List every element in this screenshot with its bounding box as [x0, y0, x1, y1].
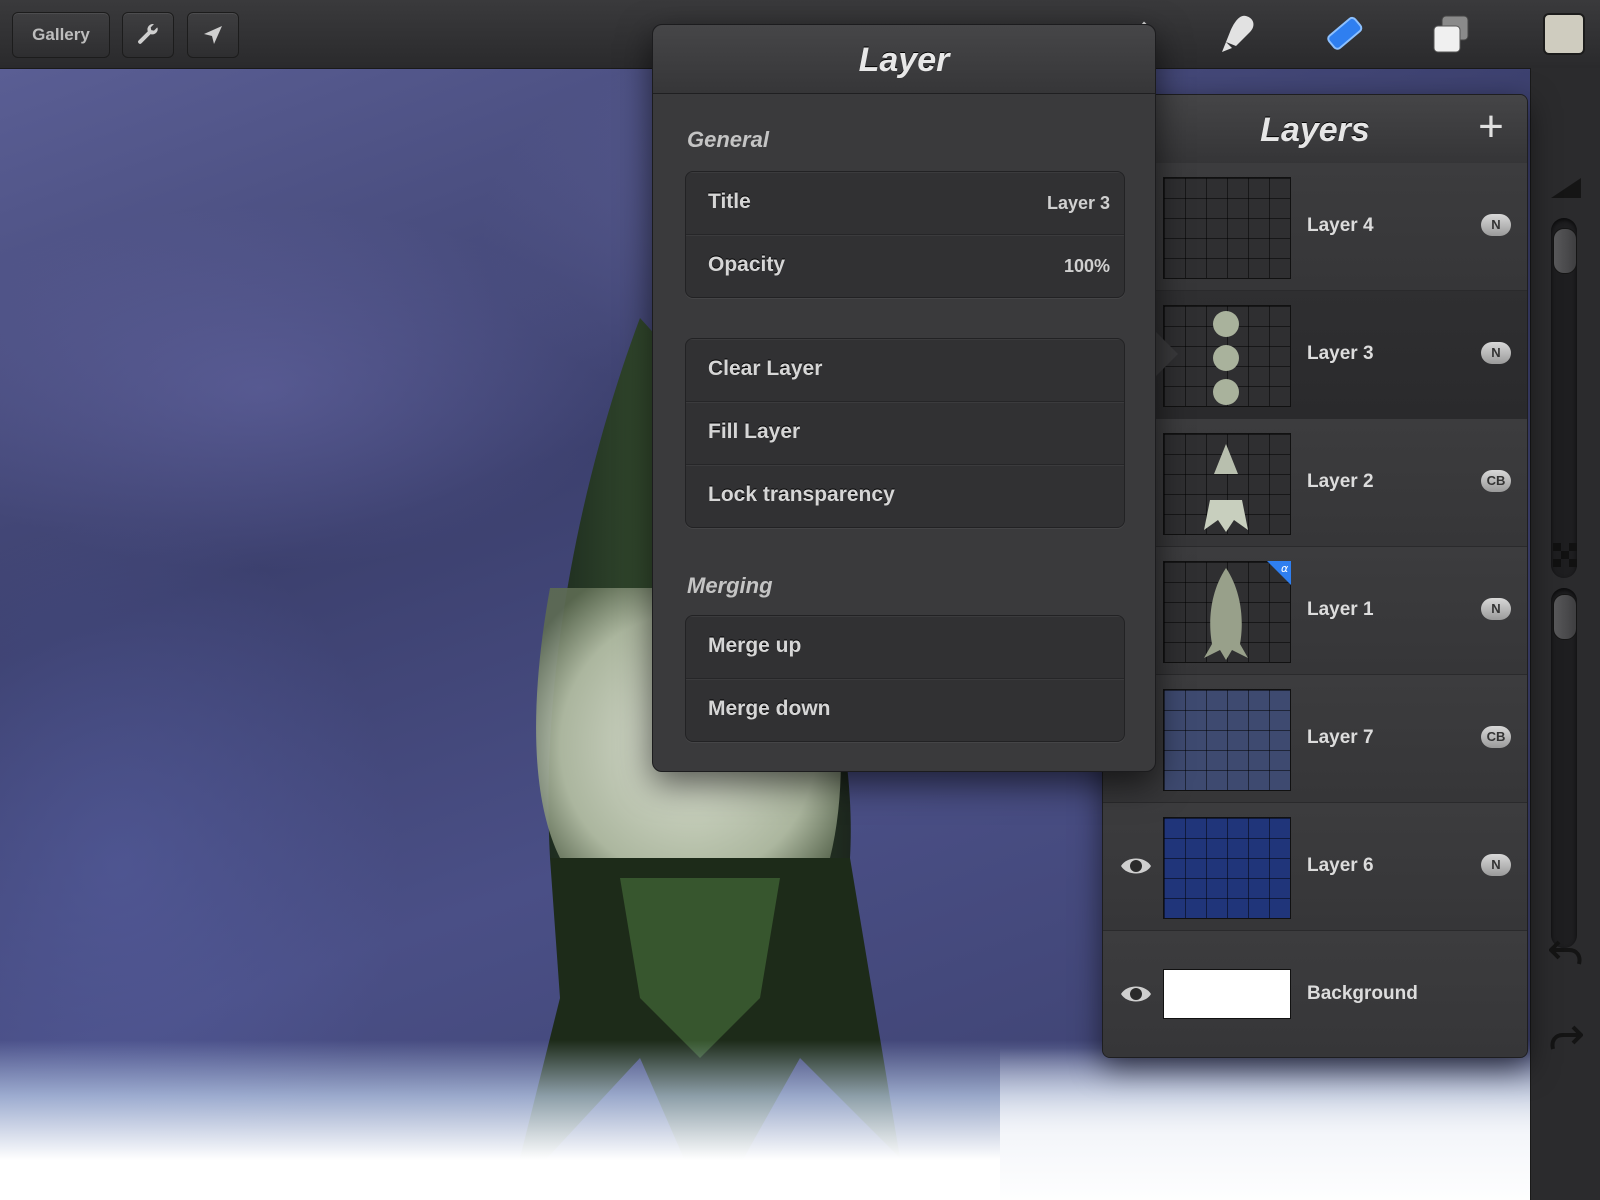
wrench-icon: [138, 24, 158, 44]
layer-name: Layer 2: [1307, 471, 1374, 492]
blend-mode-badge[interactable]: N: [1481, 342, 1511, 364]
layer-thumbnail: [1163, 305, 1291, 407]
clear-layer-button[interactable]: Clear Layer: [686, 339, 1124, 402]
merge-down-label: Merge down: [708, 697, 831, 720]
gallery-button[interactable]: Gallery: [12, 12, 110, 58]
size-indicator-icon: [1551, 178, 1581, 198]
blend-mode-badge[interactable]: CB: [1481, 726, 1511, 748]
fill-layer-label: Fill Layer: [708, 420, 801, 443]
layer-name: Layer 6: [1307, 855, 1374, 876]
layer-actions-group: Clear Layer Fill Layer Lock transparency: [685, 338, 1125, 528]
fill-layer-button[interactable]: Fill Layer: [686, 402, 1124, 465]
eraser-tool[interactable]: [1320, 10, 1368, 58]
smudge-tool[interactable]: [1214, 10, 1262, 58]
opacity-indicator-icon: [1553, 543, 1577, 567]
undo-icon[interactable]: [1549, 938, 1583, 968]
title-value: Layer 3: [1046, 193, 1110, 213]
merge-up-label: Merge up: [708, 634, 802, 657]
transform-button[interactable]: [187, 12, 239, 58]
layer-name: Layer 3: [1307, 343, 1374, 364]
layers-panel: Layers + Layer 4 N Layer 3 N Layer 2 CB …: [1102, 94, 1528, 1058]
brush-size-knob[interactable]: [1553, 228, 1577, 274]
layer-row[interactable]: Layer 2 CB: [1103, 419, 1527, 547]
layer-thumbnail: [1163, 177, 1291, 279]
general-section-label: General: [687, 127, 769, 152]
blend-mode-badge[interactable]: N: [1481, 214, 1511, 236]
alpha-lock-icon: α: [1267, 561, 1291, 585]
layer-row[interactable]: Background: [1103, 931, 1527, 1057]
lock-transparency-button[interactable]: Lock transparency: [686, 465, 1124, 527]
merge-down-button[interactable]: Merge down: [686, 679, 1124, 741]
background-color-thumbnail[interactable]: [1163, 969, 1291, 1019]
merging-group: Merge up Merge down: [685, 615, 1125, 742]
color-swatch: [1543, 13, 1585, 55]
cursor-icon: [204, 26, 222, 44]
eraser-icon: [1327, 16, 1363, 50]
canvas-white-area: [1000, 1048, 1530, 1200]
layer-name: Background: [1307, 983, 1418, 1004]
right-sidebar: [1530, 68, 1600, 1200]
brush-opacity-slider[interactable]: [1551, 588, 1577, 948]
opacity-label: Opacity: [708, 253, 786, 276]
brush-opacity-knob[interactable]: [1553, 594, 1577, 640]
blend-mode-badge[interactable]: N: [1481, 854, 1511, 876]
visibility-eye-icon[interactable]: [1119, 853, 1153, 879]
layers-header: Layers +: [1103, 95, 1527, 164]
svg-text:α: α: [1281, 562, 1289, 575]
layers-icon: [1433, 15, 1469, 53]
layer-name: Layer 1: [1307, 599, 1374, 620]
layer-name: Layer 4: [1307, 215, 1374, 236]
opacity-row[interactable]: Opacity 100%: [686, 235, 1124, 297]
merge-up-button[interactable]: Merge up: [686, 616, 1124, 679]
popover-arrow: [1154, 330, 1178, 378]
title-label: Title: [708, 190, 751, 213]
layer-row[interactable]: Layer 4 N: [1103, 163, 1527, 291]
opacity-value: 100%: [1063, 256, 1110, 276]
layer-row[interactable]: α Layer 1 N: [1103, 547, 1527, 675]
layer-thumbnail: [1163, 433, 1291, 535]
merging-section-label: Merging: [687, 573, 773, 598]
layer-name: Layer 7: [1307, 727, 1374, 748]
layer-row[interactable]: Layer 7 CB: [1103, 675, 1527, 803]
layers-title: Layers: [1260, 111, 1370, 149]
layer-thumbnail: [1163, 689, 1291, 791]
title-row[interactable]: Title Layer 3: [686, 172, 1124, 235]
color-picker[interactable]: [1540, 10, 1588, 58]
layers-tool[interactable]: [1428, 10, 1476, 58]
blend-mode-badge[interactable]: N: [1481, 598, 1511, 620]
layer-thumbnail: [1163, 817, 1291, 919]
lock-transparency-label: Lock transparency: [708, 483, 895, 506]
general-group: Title Layer 3 Opacity 100%: [685, 171, 1125, 298]
smudge-icon: [1222, 15, 1254, 52]
popover-header: Layer: [653, 25, 1155, 94]
redo-icon[interactable]: [1549, 1023, 1583, 1053]
actions-button[interactable]: [122, 12, 174, 58]
layer-options-popover: Layer General Title Layer 3 Opacity 100%…: [652, 24, 1156, 772]
layer-row[interactable]: Layer 6 N: [1103, 803, 1527, 931]
popover-title: Layer: [858, 41, 950, 79]
add-layer-button[interactable]: +: [1469, 105, 1513, 151]
visibility-eye-icon[interactable]: [1119, 981, 1153, 1007]
clear-layer-label: Clear Layer: [708, 357, 823, 380]
blend-mode-badge[interactable]: CB: [1481, 470, 1511, 492]
